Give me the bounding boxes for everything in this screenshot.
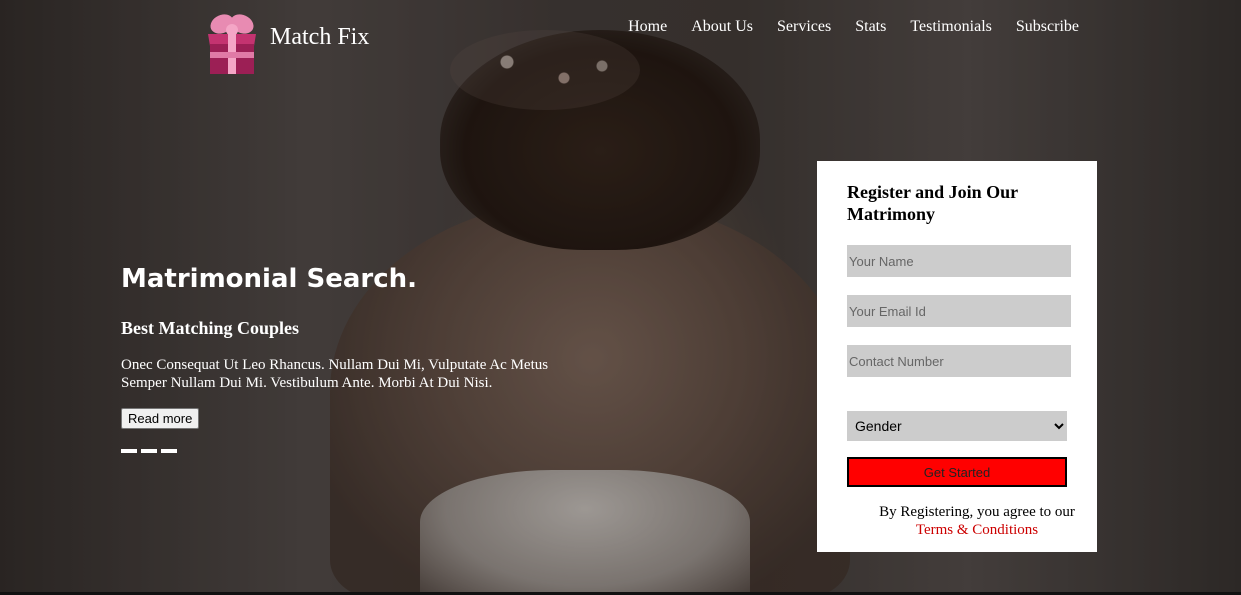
hero-title: Matrimonial Search. [121,264,417,294]
slider-indicators [121,449,581,453]
name-input[interactable] [847,245,1071,277]
slide-dot-2[interactable] [141,449,157,453]
read-more-button[interactable]: Read more [121,408,200,429]
nav-about-us[interactable]: About Us [691,18,753,36]
terms-link[interactable]: Terms & Conditions [916,522,1038,538]
email-input[interactable] [847,295,1071,327]
slide-dot-3[interactable] [161,449,177,453]
get-started-button[interactable]: Get Started [847,457,1067,487]
main-nav: Home About Us Services Stats Testimonial… [628,18,1079,36]
nav-stats[interactable]: Stats [855,18,886,36]
brand-logo[interactable]: Match Fix [204,8,369,74]
contact-number-input[interactable] [847,345,1071,377]
nav-subscribe[interactable]: Subscribe [1016,18,1079,36]
hero-description: Onec Consequat Ut Leo Rhancus. Nullam Du… [121,357,549,391]
gender-select[interactable]: Gender [847,411,1067,441]
hero-subtitle: Best Matching Couples [121,318,300,338]
slide-dot-1[interactable] [121,449,137,453]
hero-content: Matrimonial Search. Best Matching Couple… [121,264,581,453]
terms-notice: By Registering, you agree to our Terms &… [867,503,1087,539]
registration-form: Register and Join Our Matrimony Gender G… [817,161,1097,552]
form-title: Register and Join Our Matrimony [847,182,1018,224]
nav-testimonials[interactable]: Testimonials [910,18,992,36]
terms-prefix: By Registering, you agree to our [879,504,1075,520]
nav-home[interactable]: Home [628,18,667,36]
nav-services[interactable]: Services [777,18,831,36]
gift-box-icon [204,8,260,74]
brand-name: Match Fix [270,23,370,50]
